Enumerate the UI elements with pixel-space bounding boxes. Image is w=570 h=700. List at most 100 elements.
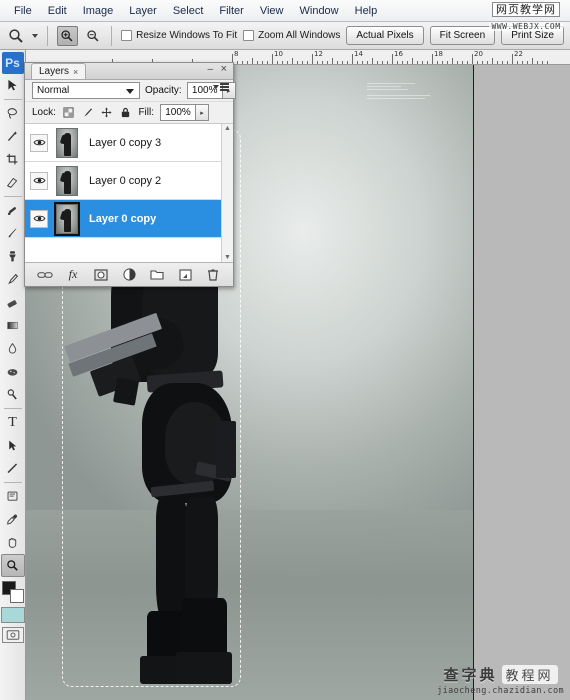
lock-transparent-pixels-icon[interactable]: [62, 106, 75, 119]
tab-layers[interactable]: Layers ×: [31, 63, 87, 79]
delete-layer-icon[interactable]: [204, 266, 222, 284]
panel-menu-button[interactable]: [213, 83, 229, 91]
ruler-minor-tick: [342, 60, 343, 64]
zoom-all-windows-checkbox-group[interactable]: Zoom All Windows: [243, 30, 340, 41]
gradient-tool-button[interactable]: [1, 314, 25, 337]
zoom-out-button[interactable]: [84, 26, 102, 46]
brush-tool-button[interactable]: [1, 222, 25, 245]
resize-windows-checkbox-group[interactable]: Resize Windows To Fit: [121, 30, 237, 41]
sponge-tool-button[interactable]: [1, 360, 25, 383]
fill-input[interactable]: 100%: [160, 104, 196, 121]
clone-stamp-tool-button[interactable]: [1, 245, 25, 268]
zoom-in-button[interactable]: [57, 25, 78, 46]
lasso-icon: [7, 108, 17, 119]
watermark-bottom: 查字典 教程网 jiaocheng.chazidian.com: [437, 664, 564, 696]
menu-item-view[interactable]: View: [252, 3, 292, 19]
new-group-icon[interactable]: [148, 266, 166, 284]
hand-tool-button[interactable]: [1, 531, 25, 554]
layer-thumbnail-cell[interactable]: [51, 127, 83, 158]
panel-minimize-icon[interactable]: –: [207, 64, 213, 75]
blur-tool-button[interactable]: [1, 337, 25, 360]
lock-image-pixels-icon[interactable]: [81, 106, 94, 119]
magic-wand-tool-button[interactable]: [1, 125, 25, 148]
ruler-minor-tick: [247, 60, 248, 64]
menu-item-layer[interactable]: Layer: [121, 3, 165, 19]
background-color-swatch[interactable]: [9, 589, 24, 603]
lasso-tool-button[interactable]: [1, 102, 25, 125]
menu-item-image[interactable]: Image: [75, 3, 122, 19]
magnifier-icon: [9, 28, 23, 43]
new-layer-icon[interactable]: [176, 266, 194, 284]
lock-buttons[interactable]: [62, 106, 132, 119]
lock-position-icon[interactable]: [100, 106, 113, 119]
ruler-minor-tick: [332, 58, 333, 64]
layers-panel-toolbar[interactable]: fx: [25, 262, 233, 286]
layer-visibility-toggle[interactable]: [27, 209, 51, 228]
layer-style-fx-icon[interactable]: fx: [64, 266, 82, 284]
layer-row[interactable]: Layer 0 copy 3: [25, 124, 233, 162]
layer-visibility-toggle[interactable]: [27, 171, 51, 190]
color-swatches[interactable]: [1, 580, 25, 604]
toolbox[interactable]: Ps T: [0, 50, 26, 700]
layer-row[interactable]: Layer 0 copy 2: [25, 162, 233, 200]
path-selection-tool-button[interactable]: [1, 434, 25, 457]
ruler-minor-tick: [537, 60, 538, 64]
layer-visibility-toggle[interactable]: [27, 133, 51, 152]
layer-name[interactable]: Layer 0 copy 2: [83, 175, 161, 187]
layers-list[interactable]: Layer 0 copy 3 Layer 0 copy 2 Layer 0 co…: [25, 124, 233, 262]
eyedropper-tool-button[interactable]: [1, 508, 25, 531]
type-tool-button[interactable]: T: [1, 411, 25, 434]
layers-panel[interactable]: Layers × – × Normal Opacity: 100% ▸ Lock…: [24, 62, 236, 287]
layers-panel-titlebar[interactable]: Layers × – ×: [25, 63, 233, 80]
active-tool-preview: [6, 26, 26, 46]
fill-label: Fill:: [138, 107, 154, 118]
actual-pixels-button[interactable]: Actual Pixels: [346, 26, 424, 45]
watermark-top-chinese: 网页教学网: [492, 2, 560, 17]
move-tool-button[interactable]: [1, 74, 25, 97]
zoom-tool-button[interactable]: [0, 554, 25, 577]
history-brush-tool-button[interactable]: [1, 268, 25, 291]
layer-thumbnail: [54, 201, 80, 236]
zoom-all-windows-checkbox[interactable]: [243, 30, 255, 41]
tool-preset-caret-icon[interactable]: [32, 33, 39, 38]
ruler-minor-tick: [522, 60, 523, 64]
resize-windows-checkbox[interactable]: [121, 30, 133, 41]
menu-item-edit[interactable]: Edit: [40, 3, 75, 19]
screen-mode-button[interactable]: [1, 627, 24, 643]
scroll-down-arrow-icon[interactable]: ▼: [224, 253, 231, 262]
layer-thumbnail-cell[interactable]: [51, 201, 83, 236]
watermark-top: 网页教学网 WWW.WEBJX.COM: [484, 1, 568, 37]
menu-item-file[interactable]: File: [6, 3, 40, 19]
fill-stepper[interactable]: ▸: [196, 104, 209, 121]
layers-list-scrollbar[interactable]: ▲ ▼: [221, 124, 233, 262]
menu-item-help[interactable]: Help: [347, 3, 386, 19]
tab-close-icon[interactable]: ×: [73, 67, 78, 77]
ruler-minor-tick: [457, 60, 458, 64]
ruler-minor-tick: [387, 60, 388, 64]
menu-item-select[interactable]: Select: [165, 3, 212, 19]
link-layers-icon[interactable]: [36, 266, 54, 284]
eraser-tool-button[interactable]: [1, 291, 25, 314]
layer-row[interactable]: Layer 0 copy: [25, 200, 233, 238]
layer-thumbnail-cell[interactable]: [51, 165, 83, 196]
line-tool-button[interactable]: [1, 457, 25, 480]
panel-close-icon[interactable]: ×: [221, 63, 227, 75]
new-adjustment-layer-icon[interactable]: [120, 266, 138, 284]
dodge-tool-button[interactable]: [1, 383, 25, 406]
healing-brush-tool-button[interactable]: [1, 199, 25, 222]
layer-name[interactable]: Layer 0 copy 3: [83, 137, 161, 149]
menu-item-window[interactable]: Window: [292, 3, 347, 19]
notes-tool-button[interactable]: [1, 485, 25, 508]
menu-item-filter[interactable]: Filter: [211, 3, 251, 19]
lock-all-icon[interactable]: [119, 106, 132, 119]
type-tool-icon: T: [8, 414, 17, 430]
ruler-minor-tick: [462, 60, 463, 64]
layer-name[interactable]: Layer 0 copy: [83, 213, 156, 225]
crop-tool-button[interactable]: [1, 148, 25, 171]
blend-mode-select[interactable]: Normal: [32, 82, 140, 99]
scroll-up-arrow-icon[interactable]: ▲: [224, 124, 231, 133]
add-layer-mask-icon[interactable]: [92, 266, 110, 284]
quick-mask-toggle[interactable]: [0, 607, 25, 623]
slice-tool-button[interactable]: [1, 171, 25, 194]
ruler-label: 18: [434, 50, 443, 58]
